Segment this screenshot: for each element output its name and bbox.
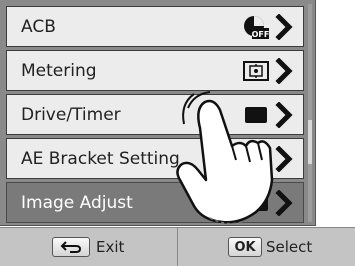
menu-item-label: ACB <box>21 16 56 37</box>
menu-item-label: Drive/Timer <box>21 104 121 125</box>
menu-item-drive-timer[interactable]: Drive/Timer <box>6 94 304 135</box>
ae-bracket-icon <box>243 147 269 171</box>
menu-item-label: Image Adjust <box>21 192 133 213</box>
return-arrow-icon <box>60 241 82 253</box>
back-button[interactable] <box>52 237 90 257</box>
bottom-button-bar: Exit OK Select <box>0 227 355 266</box>
menu-item-label: AE Bracket Setting <box>21 148 180 169</box>
chevron-right-icon <box>275 146 293 172</box>
image-adjust-icon <box>243 191 269 215</box>
menu-item-image-adjust[interactable]: Image Adjust <box>6 182 304 223</box>
single-shot-icon <box>243 103 269 127</box>
metering-icon <box>243 59 269 83</box>
chevron-right-icon <box>275 58 293 84</box>
scrollbar-track[interactable] <box>308 4 312 222</box>
ok-button[interactable]: OK <box>228 237 262 257</box>
exit-label: Exit <box>96 238 125 256</box>
chevron-right-icon <box>275 190 293 216</box>
menu-item-metering[interactable]: Metering <box>6 50 304 91</box>
chevron-right-icon <box>275 102 293 128</box>
select-label: Select <box>266 238 313 256</box>
chevron-right-icon <box>275 14 293 40</box>
bar-divider <box>177 228 178 266</box>
menu-item-acb[interactable]: ACB OFF <box>6 6 304 47</box>
camera-menu-screen: ACB OFF Metering Drive/Timer AE Bracket … <box>0 0 355 266</box>
menu-panel: ACB OFF Metering Drive/Timer AE Bracket … <box>0 0 316 226</box>
acb-off-text: OFF <box>252 30 269 39</box>
scrollbar-thumb[interactable] <box>308 120 312 164</box>
acb-off-icon: OFF <box>243 15 269 39</box>
menu-item-ae-bracket-setting[interactable]: AE Bracket Setting <box>6 138 304 179</box>
menu-item-label: Metering <box>21 60 97 81</box>
